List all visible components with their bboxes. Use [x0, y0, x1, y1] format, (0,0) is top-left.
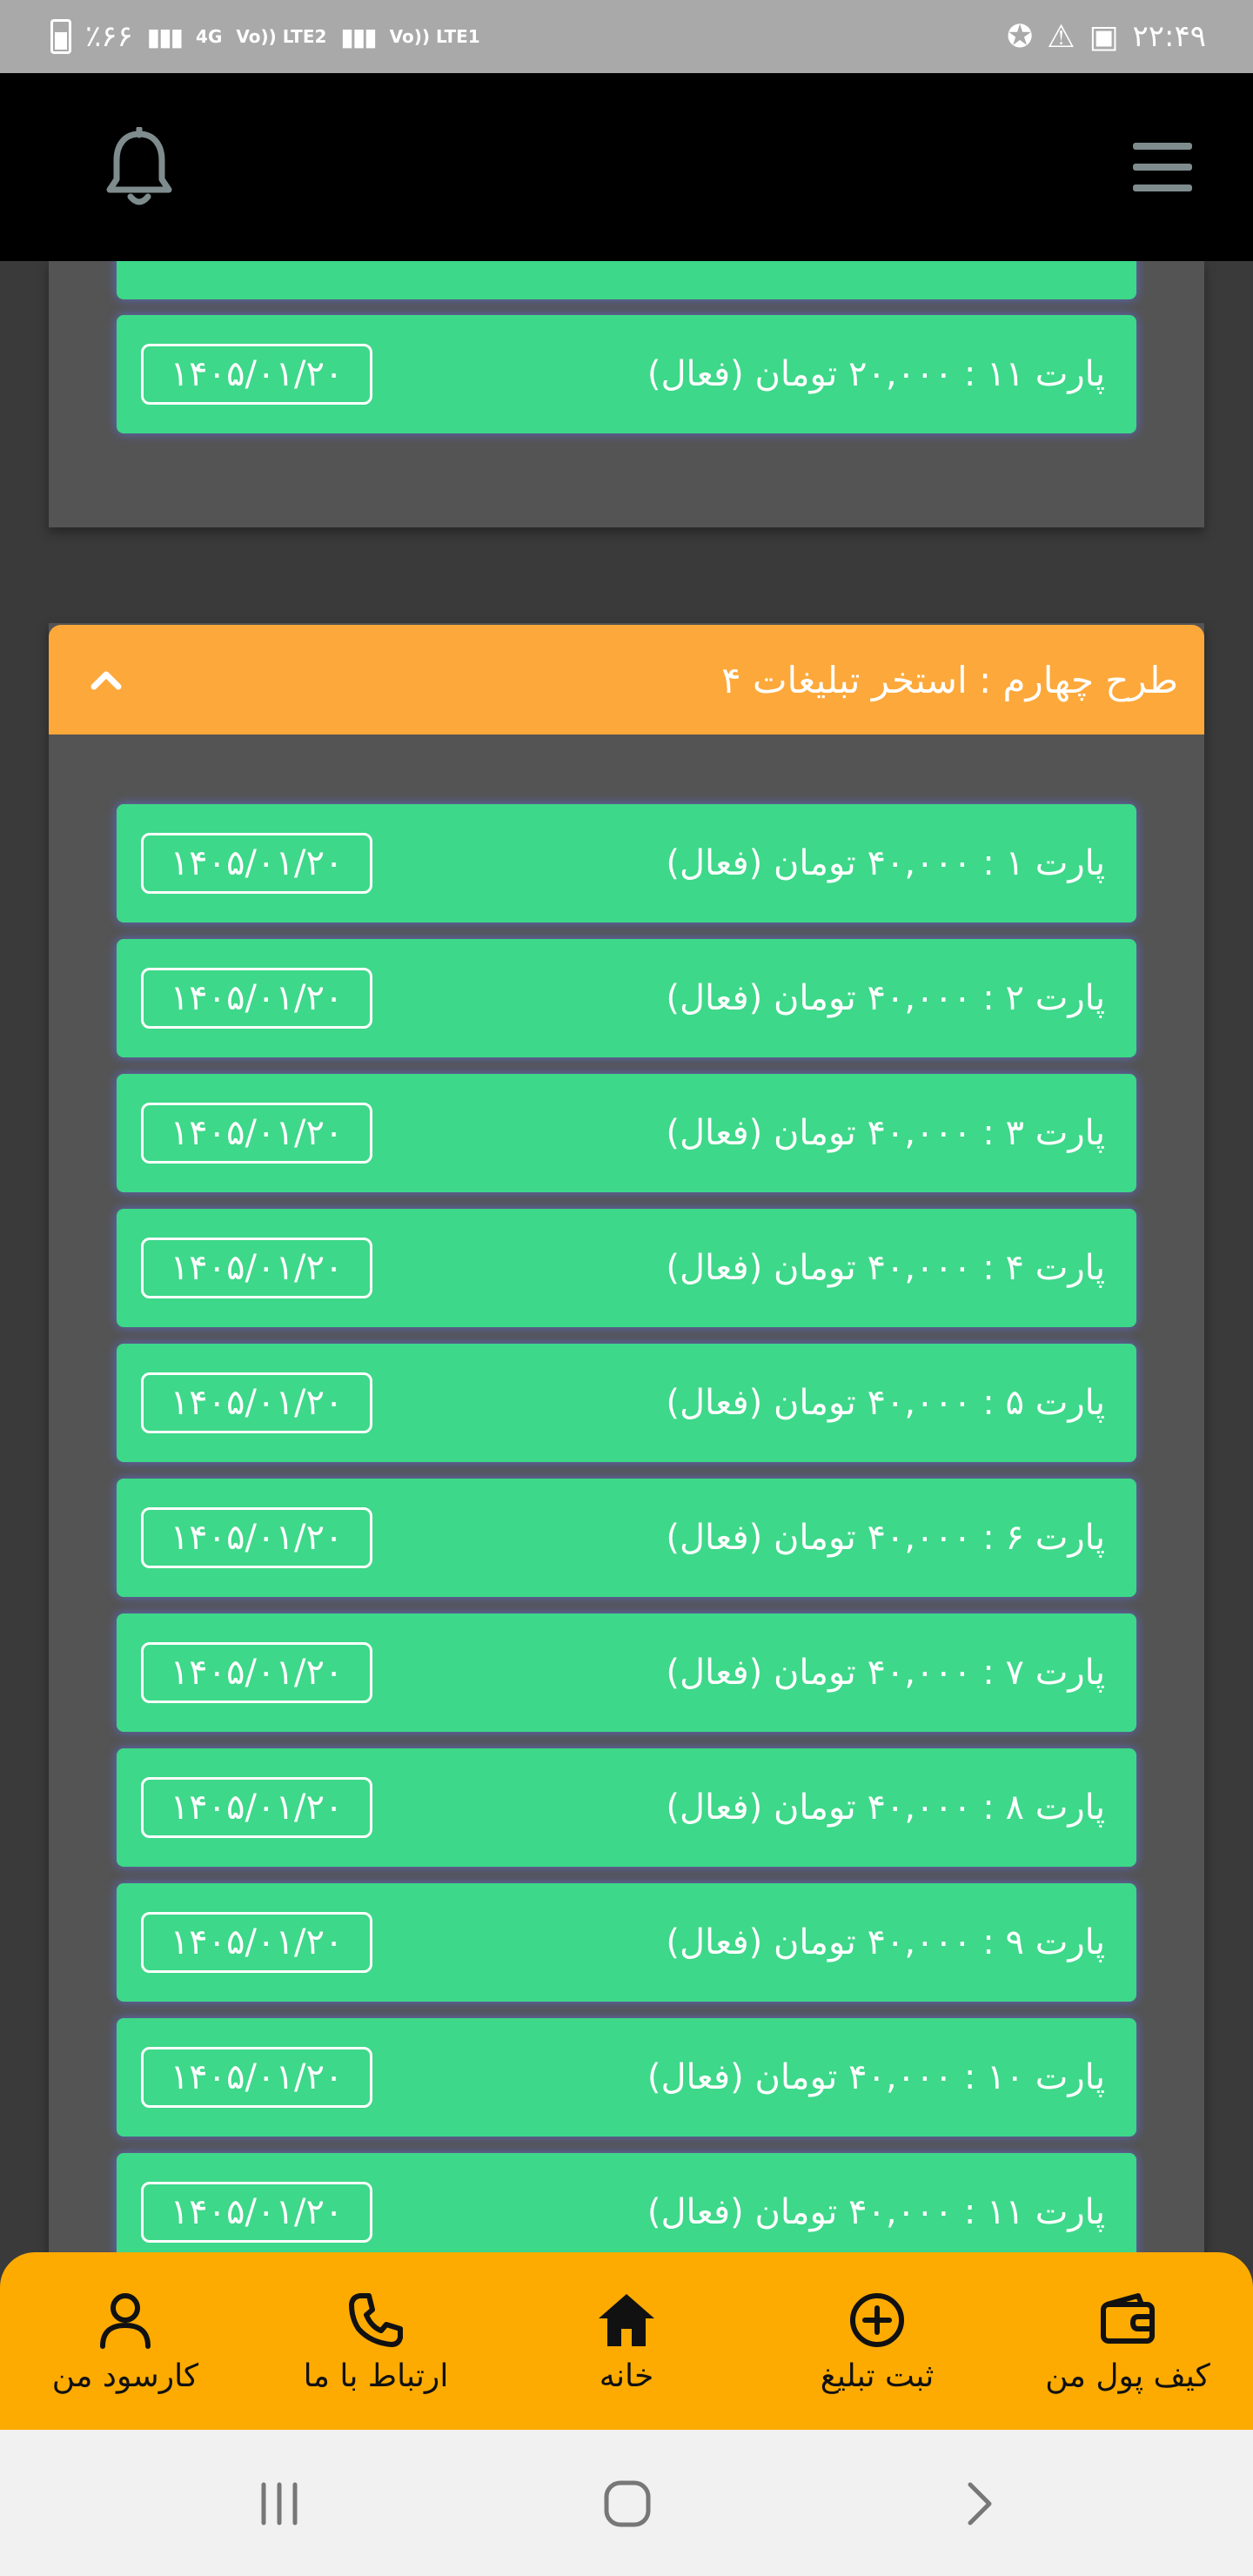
- user-icon: [100, 2292, 151, 2349]
- hamburger-menu-icon[interactable]: [1133, 143, 1192, 191]
- nav-submit-ad[interactable]: ثبت تبلیغ: [752, 2252, 1002, 2430]
- nav-label: کیف پول من: [1045, 2358, 1210, 2394]
- signal-icon: ▮▮▮: [146, 22, 184, 51]
- satellite-icon: ✪: [1007, 18, 1034, 55]
- row-date: ۱۴۰۵/۰۱/۲۰: [141, 1777, 372, 1838]
- nav-contact[interactable]: ارتباط با ما: [251, 2252, 501, 2430]
- row-date: ۱۴۰۵/۰۱/۲۰: [141, 833, 372, 894]
- row-date: ۱۴۰۵/۰۱/۲۰: [141, 2182, 372, 2243]
- signal-icon: ▮▮▮: [340, 22, 377, 51]
- system-nav-bar: [0, 2430, 1253, 2576]
- plan-row[interactable]: ۱۴۰۵/۰۱/۲۰ پارت ۷ : ۴۰,۰۰۰ تومان (فعال): [117, 1613, 1136, 1732]
- plan-row[interactable]: ۱۴۰۵/۰۱/۲۰ پارت ۱ : ۴۰,۰۰۰ تومان (فعال): [117, 804, 1136, 922]
- plan-row[interactable]: ۱۴۰۵/۰۱/۲۰ پارت ۳ : ۴۰,۰۰۰ تومان (فعال): [117, 1074, 1136, 1192]
- plus-circle-icon: [850, 2292, 904, 2347]
- nav-wallet[interactable]: کیف پول من: [1002, 2252, 1253, 2430]
- plan-row[interactable]: ۱۴۰۵/۰۱/۲۰ پارت ۴ : ۴۰,۰۰۰ تومان (فعال): [117, 1209, 1136, 1327]
- plan-row[interactable]: ۱۴۰۵/۰۱/۲۰ پارت ۶ : ۴۰,۰۰۰ تومان (فعال): [117, 1479, 1136, 1597]
- row-date: ۱۴۰۵/۰۱/۲۰: [141, 968, 372, 1029]
- chevron-up-icon[interactable]: [87, 661, 125, 699]
- row-date: ۱۴۰۵/۰۱/۲۰: [141, 344, 372, 405]
- row-label: پارت ۲ : ۴۰,۰۰۰ تومان (فعال): [666, 978, 1105, 1018]
- image-icon: ▣: [1089, 18, 1119, 55]
- app-header: [0, 73, 1253, 261]
- row-label: پارت ۸ : ۴۰,۰۰۰ تومان (فعال): [666, 1788, 1105, 1828]
- nav-earnings[interactable]: کارسود من: [0, 2252, 251, 2430]
- plan-row[interactable]: ۱۴۰۵/۰۱/۲۰ پارت ۵ : ۴۰,۰۰۰ تومان (فعال): [117, 1344, 1136, 1462]
- status-left: ٪۶۶ ▮▮▮ 4G Vo)) LTE2 ▮▮▮ Vo)) LTE1: [50, 19, 480, 54]
- bottom-nav: کیف پول من ثبت تبلیغ خانه ارتباط با ما ک…: [0, 2252, 1253, 2430]
- wallet-icon: [1101, 2292, 1155, 2344]
- home-circle-icon[interactable]: [588, 2465, 667, 2543]
- nav-label: ارتباط با ما: [303, 2358, 449, 2394]
- row-label: پارت ۱۰ : ۴۰,۰۰۰ تومان (فعال): [647, 2057, 1105, 2097]
- row-label: پارت ۱۱ : ۴۰,۰۰۰ تومان (فعال): [647, 2192, 1105, 2232]
- plan-row[interactable]: ۱۴۰۵/۰۱/۲۰ پارت ۱۰ : ۴۰,۰۰۰ تومان (فعال): [117, 2018, 1136, 2137]
- battery-icon: [50, 19, 71, 54]
- row-date: ۱۴۰۵/۰۱/۲۰: [141, 1103, 372, 1164]
- sim2-label: Vo)) LTE2: [236, 26, 327, 47]
- recents-icon[interactable]: [240, 2465, 318, 2543]
- plan-header[interactable]: طرح چهارم : استخر تبلیغات ۴: [49, 625, 1204, 735]
- back-chevron-icon[interactable]: [940, 2465, 1018, 2543]
- row-date: ۱۴۰۵/۰۱/۲۰: [141, 1507, 372, 1568]
- nav-label: کارسود من: [51, 2358, 199, 2394]
- home-icon: [599, 2293, 654, 2346]
- network-type: 4G: [196, 26, 223, 47]
- row-label: پارت ۱ : ۴۰,۰۰۰ تومان (فعال): [666, 843, 1105, 883]
- battery-level: ٪۶۶: [85, 19, 133, 54]
- plan-row[interactable]: ۱۴۰۵/۰۱/۲۰ پارت ۲ : ۴۰,۰۰۰ تومان (فعال): [117, 939, 1136, 1057]
- plan-row[interactable]: ۱۴۰۵/۰۱/۲۰ پارت ۱۱ : ۲۰,۰۰۰ تومان (فعال): [117, 315, 1136, 433]
- row-date: ۱۴۰۵/۰۱/۲۰: [141, 1912, 372, 1973]
- row-label: پارت ۷ : ۴۰,۰۰۰ تومان (فعال): [666, 1653, 1105, 1693]
- row-date: ۱۴۰۵/۰۱/۲۰: [141, 1642, 372, 1703]
- plan-row[interactable]: ۱۴۰۵/۰۱/۲۰ پارت ۸ : ۴۰,۰۰۰ تومان (فعال): [117, 1748, 1136, 1867]
- row-label: پارت ۹ : ۴۰,۰۰۰ تومان (فعال): [666, 1922, 1105, 1962]
- nav-home[interactable]: خانه: [501, 2252, 752, 2430]
- warning-icon: ⚠: [1047, 18, 1075, 55]
- sim1-label: Vo)) LTE1: [389, 26, 480, 47]
- row-date: ۱۴۰۵/۰۱/۲۰: [141, 2047, 372, 2108]
- clock: ۲۲:۴۹: [1132, 19, 1206, 54]
- status-bar: ٪۶۶ ▮▮▮ 4G Vo)) LTE2 ▮▮▮ Vo)) LTE1 ✪ ⚠ ▣…: [0, 0, 1253, 73]
- row-date: ۱۴۰۵/۰۱/۲۰: [141, 1372, 372, 1433]
- plan-title: طرح چهارم : استخر تبلیغات ۴: [721, 658, 1178, 701]
- row-label: پارت ۴ : ۴۰,۰۰۰ تومان (فعال): [666, 1248, 1105, 1288]
- nav-label: ثبت تبلیغ: [820, 2358, 935, 2394]
- row-label: پارت ۵ : ۴۰,۰۰۰ تومان (فعال): [666, 1383, 1105, 1423]
- plan-row[interactable]: ۱۴۰۵/۰۱/۲۰ پارت ۹ : ۴۰,۰۰۰ تومان (فعال): [117, 1883, 1136, 2002]
- nav-label: خانه: [599, 2358, 654, 2394]
- row-label: پارت ۶ : ۴۰,۰۰۰ تومان (فعال): [666, 1518, 1105, 1558]
- row-label: پارت ۱۱ : ۲۰,۰۰۰ تومان (فعال): [647, 354, 1105, 394]
- bell-icon[interactable]: [104, 125, 174, 207]
- phone-icon: [349, 2292, 403, 2347]
- status-right: ✪ ⚠ ▣ ۲۲:۴۹: [1007, 19, 1206, 55]
- row-date: ۱۴۰۵/۰۱/۲۰: [141, 1238, 372, 1298]
- row-label: پارت ۳ : ۴۰,۰۰۰ تومان (فعال): [666, 1113, 1105, 1153]
